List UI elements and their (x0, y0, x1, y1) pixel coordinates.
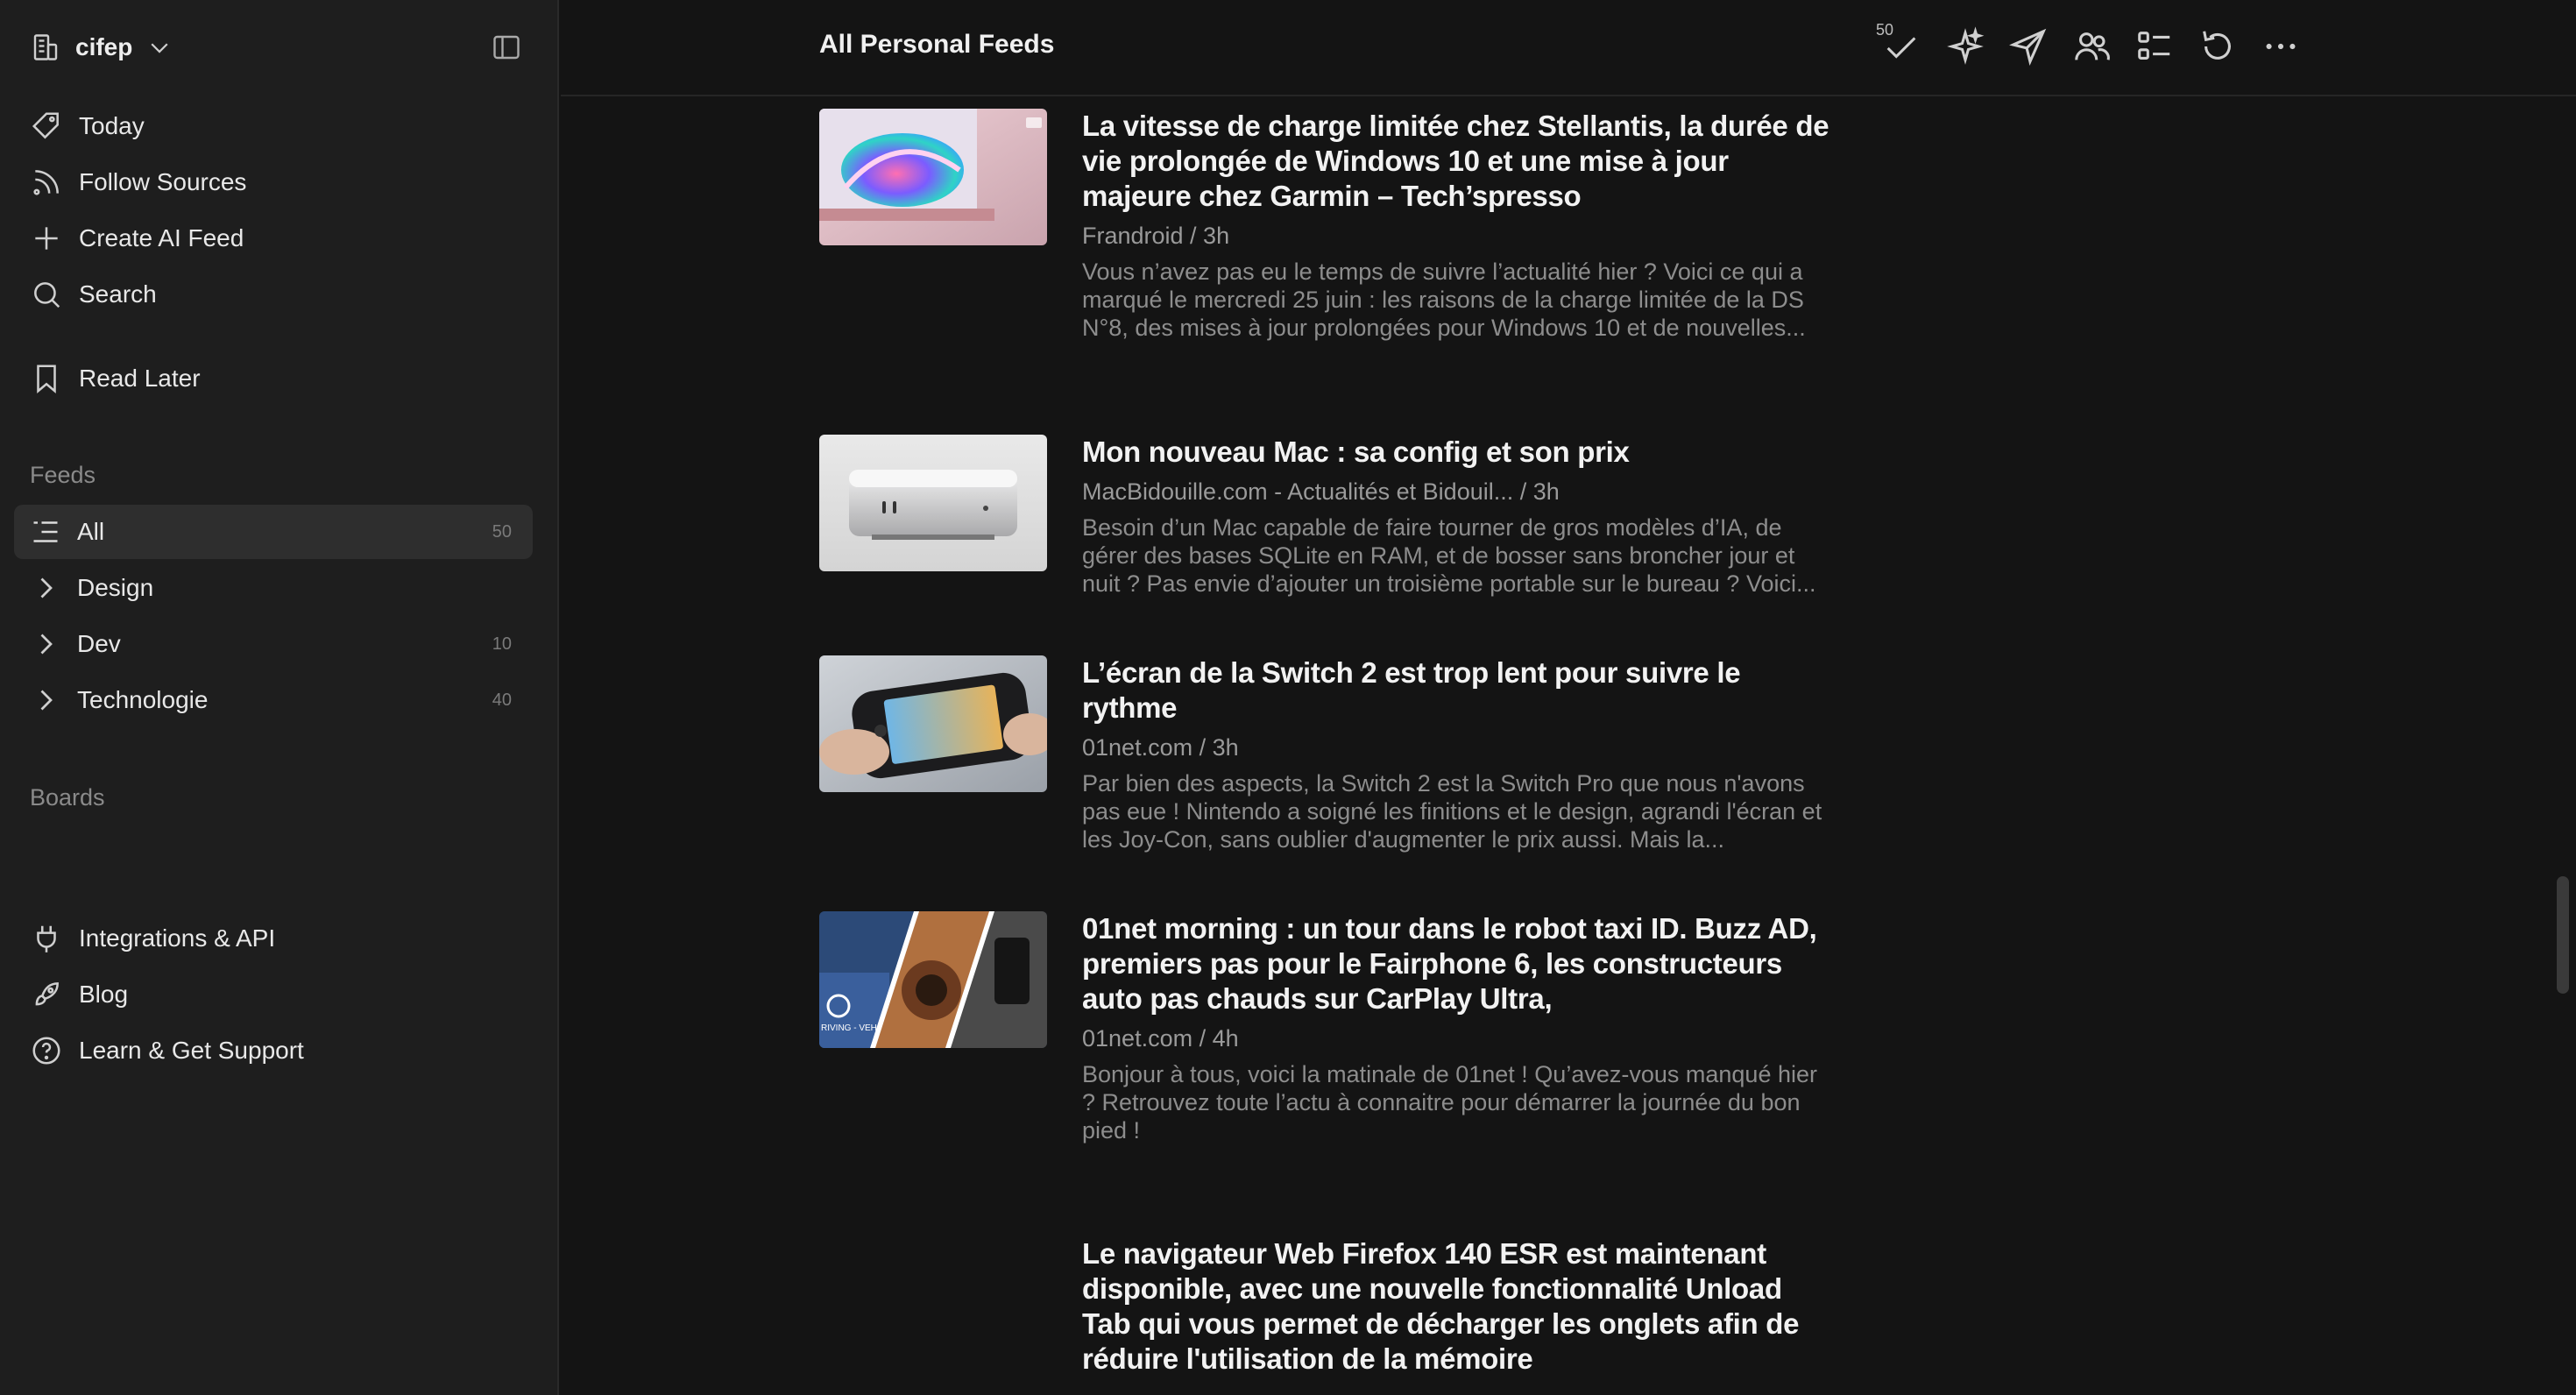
nav-today-label: Today (79, 112, 145, 139)
nav-integrations-label: Integrations & API (79, 924, 276, 952)
article-summary: Vous n’avez pas eu le temps de suivre l’… (1082, 258, 1806, 341)
sidebar-panel-icon (493, 35, 520, 60)
feed-dev[interactable]: Dev 10 (14, 617, 533, 671)
share-button[interactable] (2008, 26, 2049, 67)
article-meta: 01net.com / 3h (1082, 734, 1239, 761)
article-title[interactable]: Mon nouveau Mac : sa config et son prix (1082, 435, 1836, 470)
plug-icon (37, 925, 56, 952)
sidebar-toggle-button[interactable] (491, 32, 522, 63)
nav-follow-sources-label: Follow Sources (79, 168, 247, 195)
scrollbar-thumb[interactable] (2557, 876, 2569, 994)
chevron-right-icon (40, 577, 53, 598)
help-circle-icon (32, 1037, 60, 1065)
tag-icon (32, 112, 59, 139)
users-icon (2075, 32, 2110, 60)
nav-integrations[interactable]: Integrations & API (30, 917, 275, 960)
article-thumbnail (819, 655, 1047, 792)
bookmark-icon (37, 365, 56, 393)
nav-create-ai-feed-label: Create AI Feed (79, 224, 244, 251)
feed-all-count: 50 (492, 521, 512, 542)
article-thumbnail: RIVING - VEH (819, 911, 1047, 1048)
nav-blog[interactable]: Blog (30, 974, 128, 1016)
feed-design[interactable]: Design (14, 561, 533, 615)
nav-search[interactable]: Search (30, 273, 157, 315)
nav-follow-sources[interactable]: Follow Sources (30, 161, 246, 203)
sidebar: cifep Today Follow Sources Create AI Fee… (0, 0, 559, 1395)
article-title[interactable]: Le navigateur Web Firefox 140 ESR est ma… (1082, 1236, 1836, 1377)
article-title[interactable]: 01net morning : un tour dans le robot ta… (1082, 911, 1836, 1016)
mark-all-read-button[interactable]: 50 (1876, 21, 1921, 67)
chevron-right-icon (40, 690, 53, 711)
more-options-button[interactable] (2261, 26, 2301, 67)
feed-all[interactable]: All 50 (14, 505, 533, 559)
ai-summary-button[interactable] (1945, 26, 1985, 67)
nav-support-label: Learn & Get Support (79, 1037, 304, 1064)
feed-all-label: All (77, 518, 105, 545)
search-icon (34, 282, 60, 308)
building-icon (33, 34, 58, 60)
feed-technologie-label: Technologie (77, 686, 209, 713)
article-meta: Frandroid / 3h (1082, 223, 1230, 249)
feed-technologie[interactable]: Technologie 40 (14, 673, 533, 727)
article-summary: Par bien des aspects, la Switch 2 est la… (1082, 770, 1822, 853)
workspace-switcher[interactable]: cifep (30, 30, 173, 65)
feed-technologie-count: 40 (492, 690, 512, 710)
feed-design-label: Design (77, 574, 154, 601)
nav-search-label: Search (79, 280, 157, 308)
nav-blog-label: Blog (79, 981, 129, 1008)
feeds-section-label: Feeds (30, 462, 96, 488)
article-title[interactable]: L’écran de la Switch 2 est trop lent pou… (1082, 655, 1836, 726)
workspace-name: cifep (75, 33, 133, 60)
nav-today[interactable]: Today (30, 105, 145, 147)
feed-dev-label: Dev (77, 630, 121, 657)
nav-read-later-label: Read Later (79, 365, 201, 392)
article-thumbnail (819, 435, 1047, 571)
article-meta: 01net.com / 4h (1082, 1025, 1239, 1052)
send-icon (2009, 28, 2047, 66)
team-button[interactable] (2071, 26, 2112, 67)
chevron-down-icon (151, 43, 168, 53)
article-summary: Besoin d’un Mac capable de faire tourner… (1082, 514, 1816, 597)
view-layout-button[interactable] (2134, 26, 2175, 67)
article-meta: MacBidouille.com - Actualités et Bidouil… (1082, 478, 1560, 505)
list-icon (33, 521, 58, 542)
feed-dev-count: 10 (492, 634, 512, 654)
unread-count-badge: 50 (1876, 21, 1894, 39)
rocket-icon (35, 982, 59, 1006)
thumbnail-caption: RIVING - VEH (821, 1023, 877, 1033)
sparkles-icon (1947, 26, 1985, 65)
page-title: All Personal Feeds (819, 30, 1055, 59)
nav-read-later[interactable]: Read Later (30, 358, 201, 400)
nav-create-ai-feed[interactable]: Create AI Feed (30, 217, 244, 259)
top-bar: All Personal Feeds 50 (561, 0, 2576, 96)
more-horizontal-icon (2266, 43, 2296, 50)
list-view-icon (2138, 32, 2170, 60)
article-title[interactable]: La vitesse de charge limitée chez Stella… (1082, 109, 1836, 214)
rss-icon (33, 170, 59, 195)
app-window: cifep Today Follow Sources Create AI Fee… (0, 0, 2576, 1395)
refresh-icon (2203, 31, 2231, 60)
chevron-right-icon (40, 634, 53, 655)
nav-support[interactable]: Learn & Get Support (30, 1030, 304, 1072)
plus-icon (35, 227, 58, 250)
boards-section-label: Boards (30, 784, 105, 811)
article-thumbnail (819, 109, 1047, 245)
refresh-button[interactable] (2197, 26, 2238, 67)
article-summary: Bonjour à tous, voici la matinale de 01n… (1082, 1061, 1817, 1144)
